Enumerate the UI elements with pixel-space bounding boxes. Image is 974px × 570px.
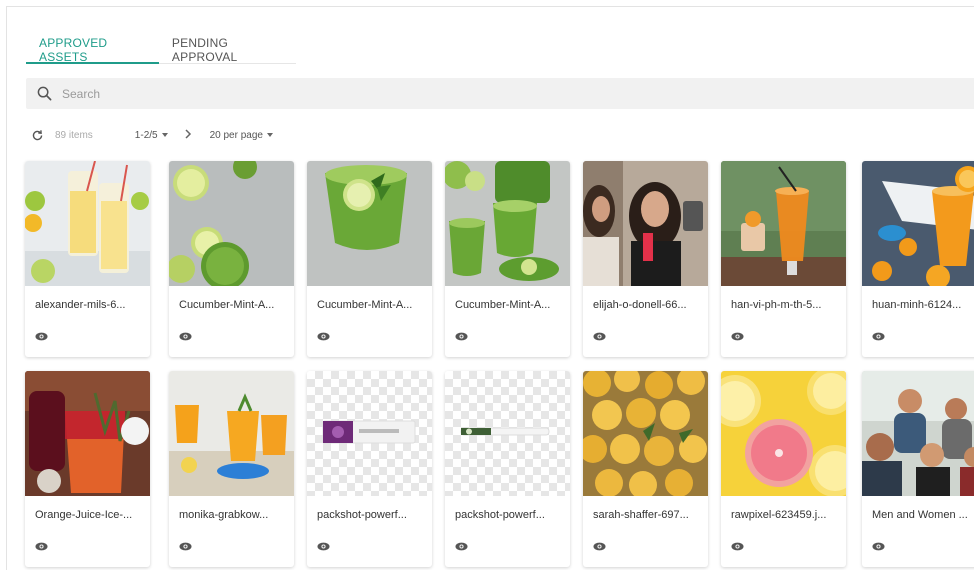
asset-card[interactable]: Cucumber-Mint-A...	[445, 161, 570, 357]
search-bar[interactable]	[26, 78, 974, 109]
page-selector[interactable]: 1-2/5	[135, 130, 168, 141]
chevron-right-icon	[185, 128, 191, 139]
asset-thumbnail	[721, 371, 846, 496]
per-page-label: 20 per page	[209, 129, 263, 141]
tab-approved-assets[interactable]: APPROVED ASSETS	[26, 30, 159, 64]
asset-thumbnail	[169, 371, 294, 496]
preview-eye-icon[interactable]	[35, 332, 48, 341]
asset-name: Cucumber-Mint-A...	[455, 299, 551, 311]
per-page-selector[interactable]: 20 per page	[210, 130, 273, 141]
refresh-icon[interactable]	[31, 129, 44, 142]
item-count: 89 items	[55, 129, 93, 141]
asset-thumbnail	[583, 161, 708, 286]
preview-eye-icon[interactable]	[455, 332, 468, 341]
asset-thumbnail	[169, 161, 294, 286]
asset-name: rawpixel-623459.j...	[731, 509, 827, 521]
asset-thumbnail	[25, 161, 150, 286]
asset-tabs: APPROVED ASSETS PENDING APPROVAL	[26, 30, 296, 64]
preview-eye-icon[interactable]	[455, 542, 468, 551]
search-icon	[37, 86, 52, 101]
asset-name: Orange-Juice-Ice-...	[35, 509, 133, 521]
preview-eye-icon[interactable]	[179, 332, 192, 341]
asset-card[interactable]: alexander-mils-6...	[25, 161, 150, 357]
asset-name: elijah-o-donell-66...	[593, 299, 687, 311]
asset-name: monika-grabkow...	[179, 509, 269, 521]
asset-card[interactable]: Orange-Juice-Ice-...	[25, 371, 150, 567]
asset-thumbnail	[583, 371, 708, 496]
asset-thumbnail	[445, 371, 570, 496]
asset-name: Cucumber-Mint-A...	[179, 299, 275, 311]
preview-eye-icon[interactable]	[317, 332, 330, 341]
asset-card[interactable]: rawpixel-623459.j...	[721, 371, 846, 567]
asset-name: packshot-powerf...	[317, 509, 407, 521]
asset-name: packshot-powerf...	[455, 509, 545, 521]
preview-eye-icon[interactable]	[872, 332, 885, 341]
asset-card[interactable]: han-vi-ph-m-th-5...	[721, 161, 846, 357]
preview-eye-icon[interactable]	[731, 542, 744, 551]
asset-thumbnail	[307, 161, 432, 286]
asset-card[interactable]: elijah-o-donell-66...	[583, 161, 708, 357]
page-range: 1-2/5	[134, 129, 158, 141]
asset-thumbnail	[862, 161, 974, 286]
chevron-down-icon	[266, 133, 273, 137]
preview-eye-icon[interactable]	[35, 542, 48, 551]
asset-name: Cucumber-Mint-A...	[317, 299, 413, 311]
asset-thumbnail	[445, 161, 570, 286]
asset-card[interactable]: Cucumber-Mint-A...	[307, 161, 432, 357]
asset-card[interactable]: monika-grabkow...	[169, 371, 294, 567]
asset-thumbnail	[25, 371, 150, 496]
preview-eye-icon[interactable]	[593, 542, 606, 551]
asset-name: sarah-shaffer-697...	[593, 509, 689, 521]
asset-card[interactable]: Cucumber-Mint-A...	[169, 161, 294, 357]
asset-name: huan-minh-6124...	[872, 299, 962, 311]
asset-name: han-vi-ph-m-th-5...	[731, 299, 822, 311]
asset-card[interactable]: sarah-shaffer-697...	[583, 371, 708, 567]
assets-panel: APPROVED ASSETS PENDING APPROVAL 89 item…	[6, 6, 974, 570]
next-page-button[interactable]	[184, 128, 192, 142]
asset-thumbnail	[721, 161, 846, 286]
list-toolbar: 89 items 1-2/5 20 per page	[31, 127, 273, 143]
preview-eye-icon[interactable]	[317, 542, 330, 551]
asset-card[interactable]: packshot-powerf...	[445, 371, 570, 567]
preview-eye-icon[interactable]	[872, 542, 885, 551]
asset-card[interactable]: huan-minh-6124...	[862, 161, 974, 357]
preview-eye-icon[interactable]	[593, 332, 606, 341]
tab-pending-approval[interactable]: PENDING APPROVAL	[159, 30, 296, 64]
asset-name: Men and Women ...	[872, 509, 968, 521]
preview-eye-icon[interactable]	[179, 542, 192, 551]
search-input[interactable]	[62, 86, 862, 101]
asset-name: alexander-mils-6...	[35, 299, 126, 311]
asset-card[interactable]: Men and Women ...	[862, 371, 974, 567]
asset-card[interactable]: packshot-powerf...	[307, 371, 432, 567]
asset-thumbnail	[862, 371, 974, 496]
chevron-down-icon	[161, 133, 168, 137]
preview-eye-icon[interactable]	[731, 332, 744, 341]
asset-thumbnail	[307, 371, 432, 496]
